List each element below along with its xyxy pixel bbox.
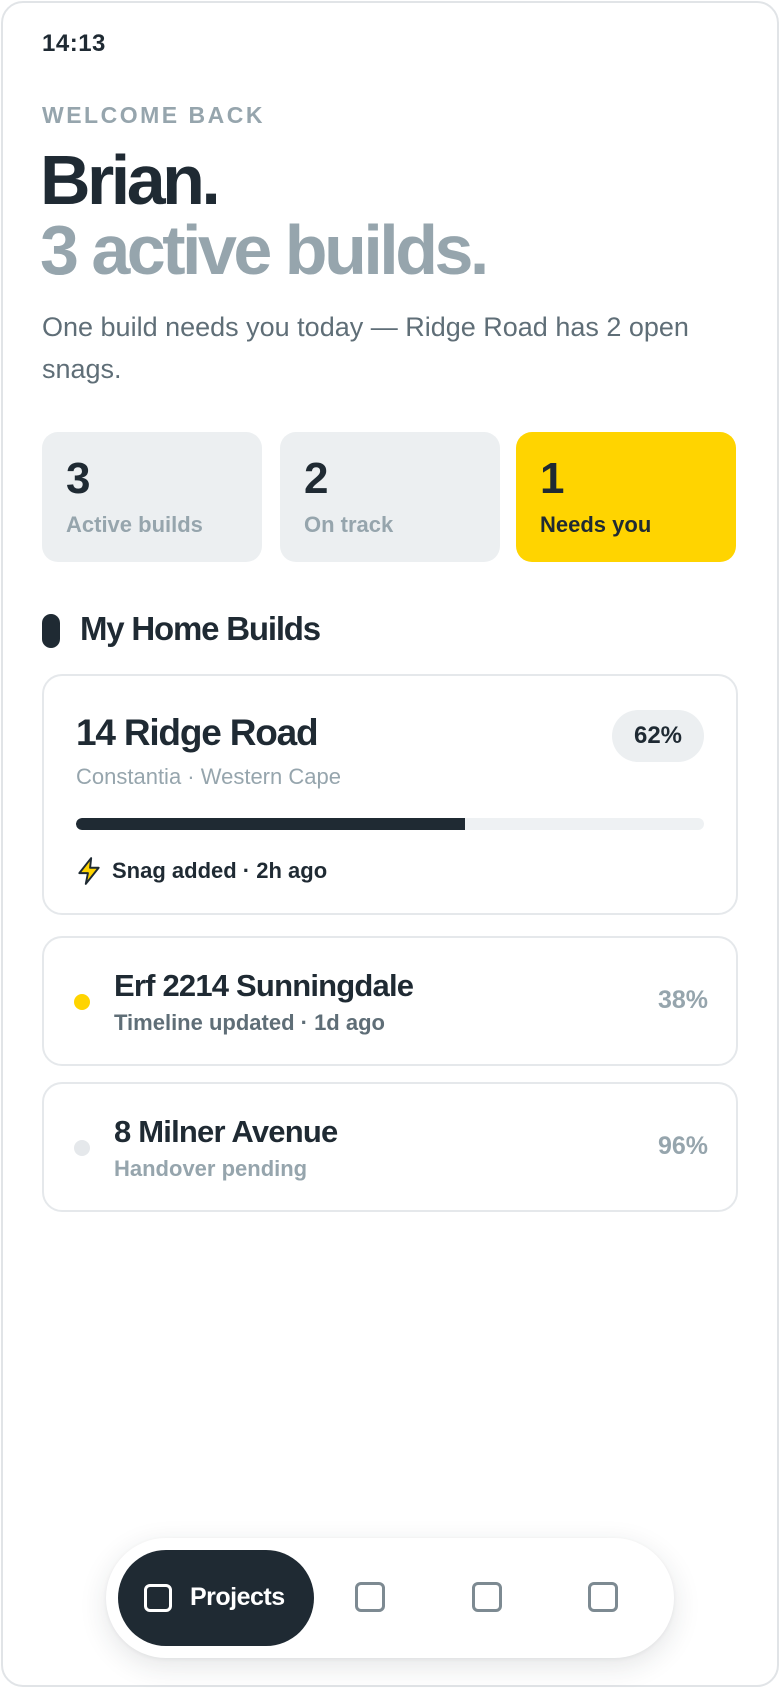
stat-label: Needs you xyxy=(540,512,652,537)
build-row[interactable]: Erf 2214 Sunningdale Timeline updated · … xyxy=(42,936,738,1066)
bottom-nav: Projects xyxy=(106,1538,674,1658)
stat-label: Active builds xyxy=(66,512,203,537)
nav-tab-4-icon[interactable] xyxy=(588,1582,618,1612)
build-percent: 38% xyxy=(657,986,708,1014)
stats-row: 3 Active builds 2 On track 1 Needs you xyxy=(42,432,738,562)
build-percent: 96% xyxy=(657,1132,708,1160)
status-dot xyxy=(74,994,90,1010)
section-title: My Home Builds xyxy=(80,610,321,647)
nav-tab-label: Projects xyxy=(190,1583,285,1611)
progress-bar xyxy=(76,818,704,830)
stat-label: On track xyxy=(304,512,394,537)
projects-icon xyxy=(144,1584,172,1612)
build-title: Erf 2214 Sunningdale xyxy=(114,968,414,1003)
nav-tab-2-icon[interactable] xyxy=(355,1582,385,1612)
welcome-eyebrow: WELCOME BACK xyxy=(42,102,265,128)
build-title: 8 Milner Avenue xyxy=(114,1114,338,1149)
build-subtitle: Timeline updated · 1d ago xyxy=(114,1010,385,1035)
intro-text: One build needs you today — Ridge Road h… xyxy=(42,312,689,384)
stat-value: 1 xyxy=(540,454,565,503)
featured-build-card[interactable]: 14 Ridge Road Constantia · Western Cape … xyxy=(42,674,738,915)
lightning-bolt-icon xyxy=(78,857,100,885)
build-location: Constantia · Western Cape xyxy=(76,764,341,789)
stat-card-needs-you[interactable]: 1 Needs you xyxy=(516,432,736,562)
activity-text: Snag added · 2h ago xyxy=(112,858,328,883)
nav-tab-3-icon[interactable] xyxy=(472,1582,502,1612)
progress-bar-fill xyxy=(76,818,466,830)
status-bar-time: 14:13 xyxy=(42,30,106,57)
nav-tab-projects[interactable]: Projects xyxy=(118,1550,314,1646)
stat-value: 2 xyxy=(304,454,329,503)
active-builds-heading: 3 active builds. xyxy=(40,211,489,289)
progress-percent-badge: 62% xyxy=(612,710,704,762)
status-dot xyxy=(74,1140,90,1156)
user-name-heading: Brian. xyxy=(40,141,221,219)
stat-value: 3 xyxy=(66,454,91,503)
build-title: 14 Ridge Road xyxy=(76,712,319,753)
stat-card-on-track[interactable]: 2 On track xyxy=(280,432,500,562)
section-marker xyxy=(42,614,60,648)
build-row[interactable]: 8 Milner Avenue Handover pending 96% xyxy=(42,1082,738,1212)
stat-card-active-builds[interactable]: 3 Active builds xyxy=(42,432,262,562)
build-subtitle: Handover pending xyxy=(114,1156,308,1181)
phone-screen: 14:13 WELCOME BACK Brian. 3 active build… xyxy=(0,0,780,1688)
